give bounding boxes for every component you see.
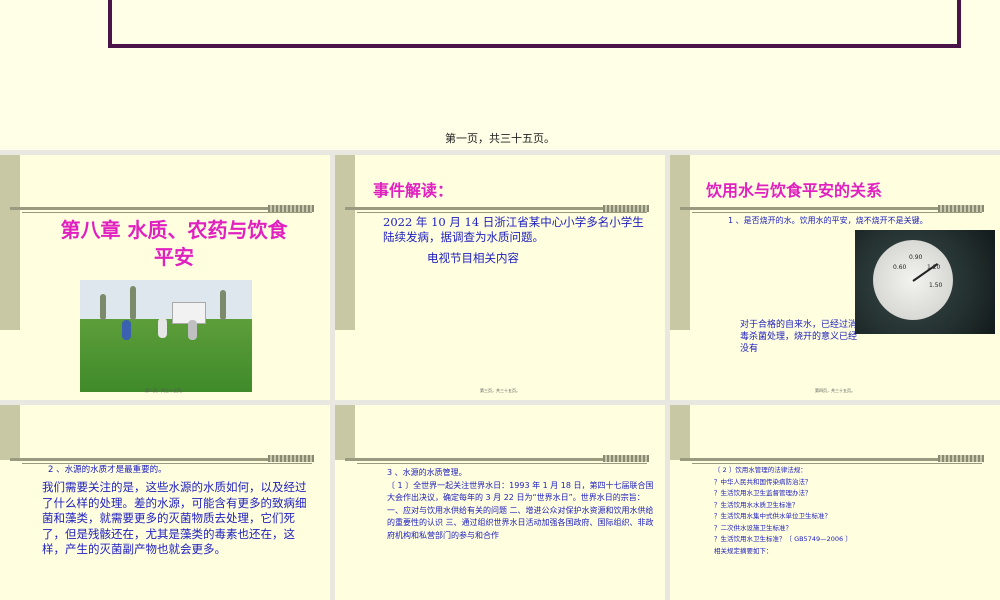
slide-point: 2 、水源的水质才是最重要的。 (48, 465, 167, 475)
slide-7[interactable]: 〔 2 〕饮用水管理的法律法规： ？中华人民共和国传染病防治法？ ？生活饮用水卫… (670, 405, 1000, 600)
slide-sidebar (0, 155, 20, 330)
divider (692, 212, 982, 213)
slide-6[interactable]: 3 、水源的水质管理。 〔 1 〕全世界一起关注世界水日：1993 年 1 月 … (335, 405, 665, 600)
divider-grip (603, 455, 649, 462)
slide-3[interactable]: 事件解读： 2022 年 10 月 14 日浙江省某中心小学多名小学生陆续发病，… (335, 155, 665, 400)
gauge-dial: 0.60 0.90 1.20 1.50 (873, 240, 953, 320)
tree-shape (100, 294, 106, 320)
tree-shape (130, 286, 136, 320)
slide-body: 3 、水源的水质管理。 〔 1 〕全世界一起关注世界水日：1993 年 1 月 … (387, 467, 657, 542)
slide-body: 2022 年 10 月 14 日浙江省某中心小学多名小学生陆续发病，据调查为水质… (383, 215, 644, 244)
list-item: ？生活饮用水卫生标准？〔 GB5749—2006 〕 (714, 535, 852, 543)
title-line: 第八章 水质、农药与饮食 (60, 218, 288, 242)
slide-point: 3 、水源的水质管理。 (387, 468, 467, 477)
slide-title: 事件解读： (373, 181, 454, 200)
gauge-label: 0.60 (893, 264, 907, 271)
divider (692, 463, 982, 464)
gauge-label: 0.90 (909, 254, 923, 261)
divider (10, 458, 312, 461)
divider (680, 207, 982, 210)
slide-title: 第八章 水质、农药与饮食 平安 (34, 217, 314, 271)
slide-footer: 第四页，共三十五页。 (815, 388, 855, 393)
divider-grip (268, 455, 314, 462)
slide-2[interactable]: 第八章 水质、农药与饮食 平安 第二页，共三十五页。 (0, 155, 330, 400)
list-item: ？生活饮用水卫生监督管理办法？ (714, 489, 812, 497)
top-slide-frame (108, 0, 961, 48)
slide-body-secondary: 电视节目相关内容 (427, 251, 519, 265)
slide-sidebar (0, 405, 20, 460)
slide-sidebar (670, 155, 690, 330)
title-line: 平安 (154, 245, 194, 269)
divider (345, 207, 647, 210)
divider (22, 212, 312, 213)
pressure-gauge-photo: 0.60 0.90 1.20 1.50 (855, 230, 995, 334)
list-item: 〔 2 〕饮用水管理的法律法规： (714, 466, 807, 474)
page-caption: 第一页，共三十五页。 (445, 132, 555, 145)
slide-body: 〔 2 〕饮用水管理的法律法规： ？中华人民共和国传染病防治法？ ？生活饮用水卫… (714, 465, 984, 557)
divider-grip (938, 455, 984, 462)
slide-sidebar (335, 155, 355, 330)
slide-footer: 第二页，共三十五页。 (145, 388, 185, 393)
person-shape (158, 318, 167, 338)
list-item: ？中华人民共和国传染病防治法？ (714, 477, 812, 486)
divider (357, 212, 647, 213)
divider (357, 463, 647, 464)
slide-body: 我们需要关注的是，这些水源的水质如何，以及经过了什么样的处理。差的水源，可能含有… (42, 480, 307, 556)
slide-sidebar (335, 405, 355, 460)
slide-5[interactable]: 2 、水源的水质才是最重要的。 我们需要关注的是，这些水源的水质如何，以及经过了… (0, 405, 330, 600)
slide-4[interactable]: 饮用水与饮食平安的关系 1 、是否烧开的水。饮用水的平安，烧不烧开不是关键。 对… (670, 155, 1000, 400)
slide-title: 饮用水与饮食平安的关系 (706, 181, 883, 200)
list-item: ？二次供水设施卫生标准？ (714, 523, 792, 532)
gauge-needle (912, 262, 939, 282)
divider-grip (268, 205, 314, 212)
slide-point: 1 、是否烧开的水。饮用水的平安，烧不烧开不是关键。 (728, 216, 928, 225)
person-shape (188, 320, 197, 340)
tree-shape (220, 290, 226, 320)
slide-sidebar (670, 405, 690, 460)
person-shape (122, 320, 131, 340)
list-item: ？生活饮用水集中式供水单位卫生标准？ (714, 512, 831, 520)
list-item: 相关规定摘要如下： (714, 546, 773, 555)
slide-body: 对于合格的自来水，已经过消毒杀菌处理，烧开的意义已经没有 (740, 320, 858, 354)
slide-paragraph: 〔 1 〕全世界一起关注世界水日：1993 年 1 月 18 日，第四十七届联合… (387, 480, 654, 540)
divider (10, 207, 312, 210)
farm-field-spraying-photo (80, 280, 252, 392)
divider-grip (938, 205, 984, 212)
divider (680, 458, 982, 461)
divider-grip (603, 205, 649, 212)
list-item: ？生活饮用水水质卫生标准？ (714, 500, 799, 509)
divider (345, 458, 647, 461)
slide-footer: 第三页，共三十五页。 (480, 388, 520, 393)
gauge-label: 1.50 (929, 282, 943, 289)
